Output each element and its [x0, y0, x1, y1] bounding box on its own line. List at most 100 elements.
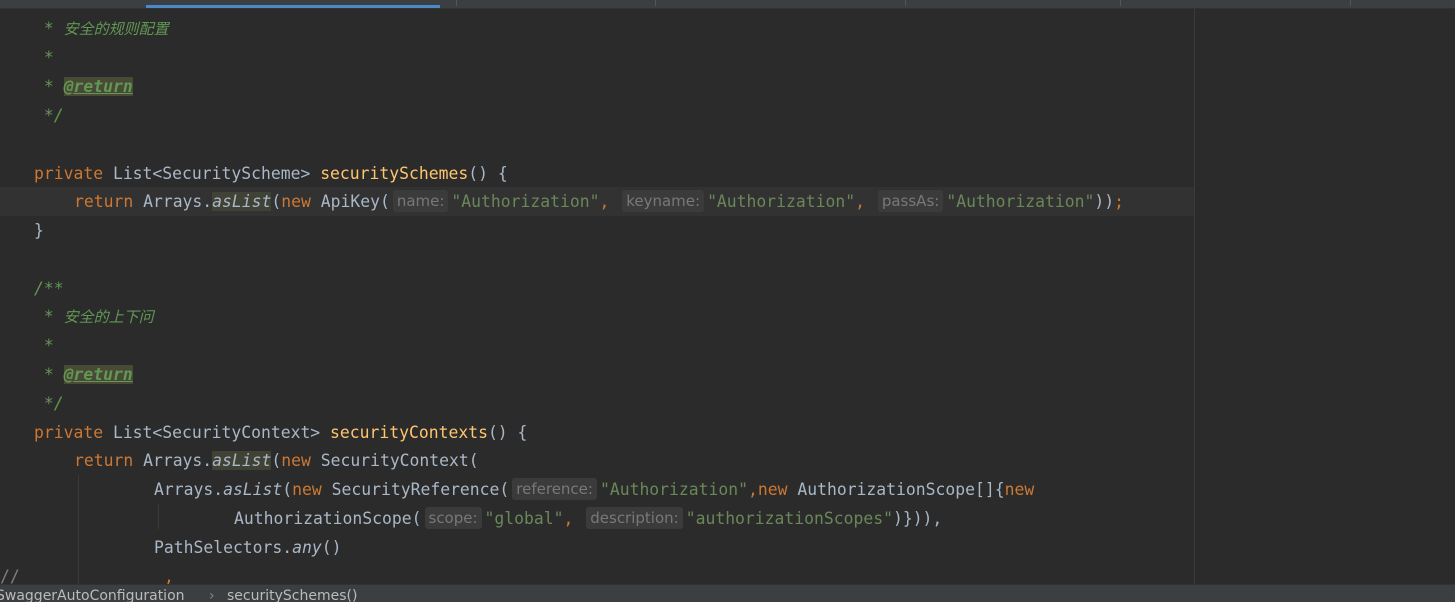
close-parens: ))	[1094, 192, 1115, 211]
constructor-authorization-scope: AuthorizationScope(	[234, 509, 422, 528]
param-hint-description: description:	[586, 507, 683, 529]
constructor-security-reference: SecurityReference(	[321, 480, 510, 499]
tab-separator	[905, 0, 906, 6]
javadoc-start: /**	[34, 279, 64, 298]
param-hint-scope: scope:	[424, 507, 482, 529]
identifier-arrays: Arrays.	[133, 451, 213, 470]
code-line[interactable]: * @return	[34, 72, 133, 101]
string-literal: "global"	[484, 509, 564, 528]
param-hint-name: name:	[392, 190, 449, 212]
code-line[interactable]: */	[34, 389, 64, 418]
code-line-current[interactable]: return Arrays.asList(new ApiKey(name: "Au…	[74, 187, 1124, 216]
tab-separator	[456, 0, 457, 6]
paren: (	[271, 451, 282, 470]
semicolon: ;	[1114, 192, 1124, 211]
keyword-private: private	[34, 423, 104, 442]
paren: (	[282, 480, 293, 499]
comma: ,	[855, 192, 875, 211]
comment-text: 安全的上下问	[63, 308, 154, 326]
constructor-apikey: ApiKey(	[310, 192, 390, 211]
constructor-authorization-scope-array: AuthorizationScope[]{	[787, 480, 1005, 499]
keyword-new: new	[292, 480, 322, 499]
code-line-partial[interactable]: ,	[164, 562, 174, 584]
param-hint-reference: reference:	[512, 478, 597, 500]
code-line[interactable]: Arrays.asList(new SecurityReference(refe…	[154, 475, 1034, 504]
comment-star: *	[34, 336, 54, 355]
code-editor[interactable]: * 安全的规则配置 * * @return */ private List<Se…	[0, 9, 1455, 584]
param-hint-keyname: keyname:	[622, 190, 705, 212]
method-name-security-schemes[interactable]: securitySchemes	[320, 164, 468, 183]
code-line[interactable]: return Arrays.asList(new SecurityContext…	[74, 446, 479, 475]
code-fragment-left: //	[0, 567, 20, 584]
tab-separator	[655, 0, 656, 6]
constructor-security-context: SecurityContext(	[310, 451, 479, 470]
keyword-return: return	[74, 192, 134, 211]
comment-end: */	[34, 106, 64, 125]
tab-separator	[1350, 0, 1351, 6]
comment-star: *	[34, 365, 64, 384]
active-tab-indicator	[146, 5, 440, 8]
method-aslist[interactable]: asList	[223, 480, 282, 499]
comma: ,	[164, 567, 174, 584]
comma: ,	[563, 509, 584, 528]
method-any[interactable]: any	[292, 538, 322, 557]
code-line[interactable]: /**	[34, 274, 64, 303]
keyword-new: new	[757, 480, 788, 499]
code-line[interactable]: *	[34, 331, 54, 360]
breadcrumb-method[interactable]: securitySchemes()	[227, 585, 357, 602]
identifier-arrays: Arrays.	[133, 192, 213, 211]
code-line[interactable]: AuthorizationScope(scope: "global", descr…	[234, 504, 942, 533]
string-literal: "Authorization"	[599, 480, 748, 499]
method-signature-tail: () {	[487, 423, 528, 442]
right-margin-guide	[1194, 9, 1195, 584]
comment-text: 安全的规则配置	[63, 20, 169, 38]
code-line[interactable]: PathSelectors.any()	[154, 533, 342, 562]
comment-end: */	[34, 394, 64, 413]
comment-star: *	[34, 77, 64, 96]
javadoc-return-tag: @return	[63, 365, 133, 384]
comma: ,	[748, 480, 758, 499]
method-aslist[interactable]: asList	[212, 192, 272, 211]
method-signature-tail: () {	[468, 164, 508, 183]
string-literal: "authorizationScopes"	[685, 509, 893, 528]
paren: (	[271, 192, 282, 211]
keyword-new: new	[1004, 480, 1035, 499]
javadoc-return-tag: @return	[63, 77, 133, 96]
closing-brace: }	[34, 221, 44, 240]
string-literal: "Authorization"	[707, 192, 856, 211]
tab-separator	[1120, 0, 1121, 6]
keyword-new: new	[281, 451, 311, 470]
breadcrumb-class[interactable]: SwaggerAutoConfiguration	[0, 585, 185, 602]
identifier-path-selectors: PathSelectors.	[154, 538, 293, 557]
return-type: List<SecurityScheme>	[103, 164, 321, 183]
code-line[interactable]: * @return	[34, 360, 133, 389]
breadcrumb-separator: ›	[209, 588, 215, 602]
comment-star: *	[34, 307, 64, 326]
comment-star: *	[34, 48, 54, 67]
editor-tab-bar[interactable]	[0, 0, 1455, 9]
keyword-return: return	[74, 451, 134, 470]
parens: ()	[321, 538, 342, 557]
code-line[interactable]: private List<SecurityScheme> securitySch…	[34, 159, 508, 188]
code-line[interactable]: private List<SecurityContext> securityCo…	[34, 418, 527, 447]
method-aslist[interactable]: asList	[212, 451, 272, 470]
string-literal: "Authorization"	[451, 192, 600, 211]
indent-guide	[78, 475, 79, 584]
indent-guide	[158, 504, 159, 529]
code-line[interactable]: *	[34, 43, 54, 72]
keyword-private: private	[34, 164, 104, 183]
comma: ,	[599, 192, 620, 211]
return-type: List<SecurityContext>	[103, 423, 331, 442]
identifier-arrays: Arrays.	[154, 480, 224, 499]
param-hint-passas: passAs:	[877, 190, 944, 212]
method-name-security-contexts[interactable]: securityContexts	[330, 423, 488, 442]
comment-star: *	[34, 19, 64, 38]
code-line[interactable]: * 安全的上下问	[34, 302, 154, 331]
code-line[interactable]: */	[34, 101, 64, 130]
keyword-new: new	[281, 192, 311, 211]
code-line[interactable]: * 安全的规则配置	[34, 14, 169, 43]
code-line[interactable]: }	[34, 216, 44, 245]
string-literal: "Authorization"	[946, 192, 1095, 211]
breadcrumb-bar: SwaggerAutoConfiguration › securitySchem…	[0, 584, 1455, 602]
close-parens: )})),	[892, 509, 943, 528]
